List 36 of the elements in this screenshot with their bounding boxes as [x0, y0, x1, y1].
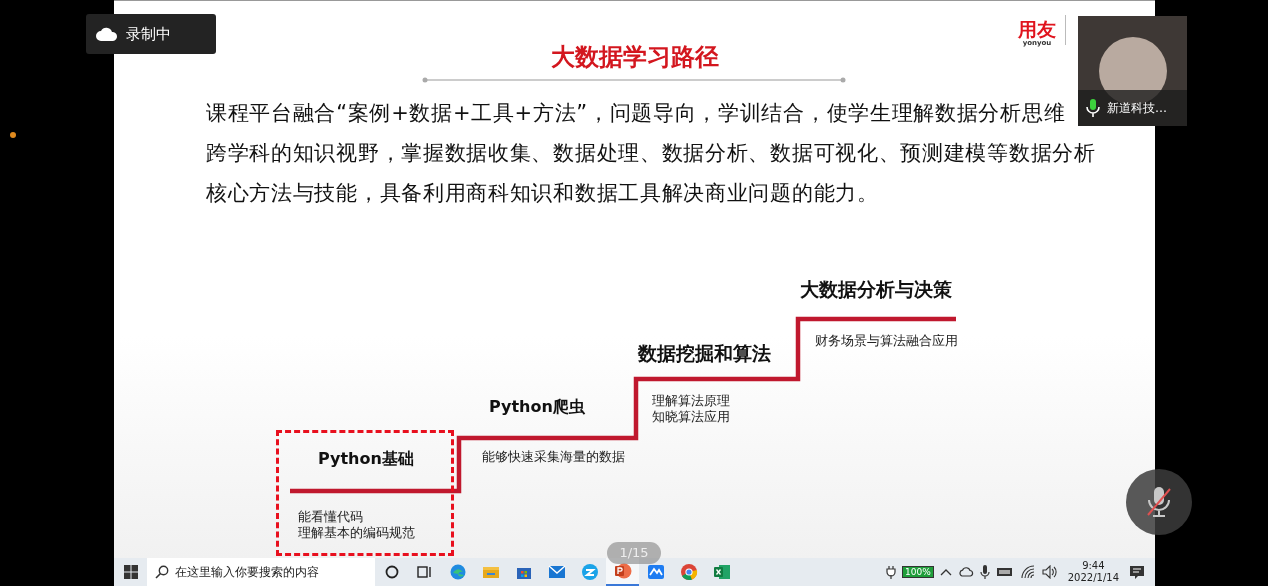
microphone-icon[interactable] [979, 564, 990, 580]
chrome-browser-icon [679, 563, 698, 581]
clock-time[interactable]: 9:44 [1082, 560, 1105, 572]
browser-swirl-icon [580, 563, 599, 581]
step-title: 数据挖掘和算法 [638, 341, 771, 366]
excel-icon [712, 563, 731, 581]
speaker-icon[interactable] [1041, 565, 1058, 579]
search-field[interactable]: 在这里输入你要搜索的内容 [147, 558, 375, 586]
wifi-icon[interactable] [1019, 565, 1036, 579]
slide-title: 大数据学习路径 [550, 42, 719, 73]
caret-up-icon[interactable] [939, 567, 952, 577]
step-description: 理解算法原理 知晓算法应用 [652, 393, 730, 425]
task-view-icon [415, 563, 434, 581]
muted-microphone-icon [1145, 485, 1173, 519]
recording-label: 录制中 [126, 24, 171, 44]
participant-name: 新道科技… [1107, 99, 1167, 117]
video-tile[interactable]: 新道科技… [1078, 16, 1187, 126]
display-icon[interactable] [995, 566, 1014, 578]
meeting-app-icon [646, 563, 665, 581]
step-description: 财务场景与算法融合应用 [815, 333, 958, 349]
step-description: 能够快速采集海量的数据 [482, 449, 625, 465]
mail-envelope-icon [547, 563, 566, 581]
edge-browser-icon [448, 563, 467, 581]
step-title: Python基础 [318, 449, 414, 470]
notification-icon[interactable] [1129, 564, 1145, 580]
cloud-icon [96, 27, 118, 41]
cloud-icon[interactable] [957, 566, 974, 578]
powerpoint-icon [613, 562, 632, 580]
status-dot [10, 132, 16, 138]
clock-date[interactable]: 2022/1/14 [1067, 572, 1119, 584]
power-plug-icon [886, 565, 896, 579]
step-title: 大数据分析与决策 [800, 277, 952, 302]
step-title: Python爬虫 [489, 397, 585, 418]
windows-start-icon[interactable] [124, 565, 138, 579]
logo-text: 用友 [1018, 19, 1056, 39]
step-description: 能看懂代码 理解基本的编码规范 [298, 509, 415, 541]
